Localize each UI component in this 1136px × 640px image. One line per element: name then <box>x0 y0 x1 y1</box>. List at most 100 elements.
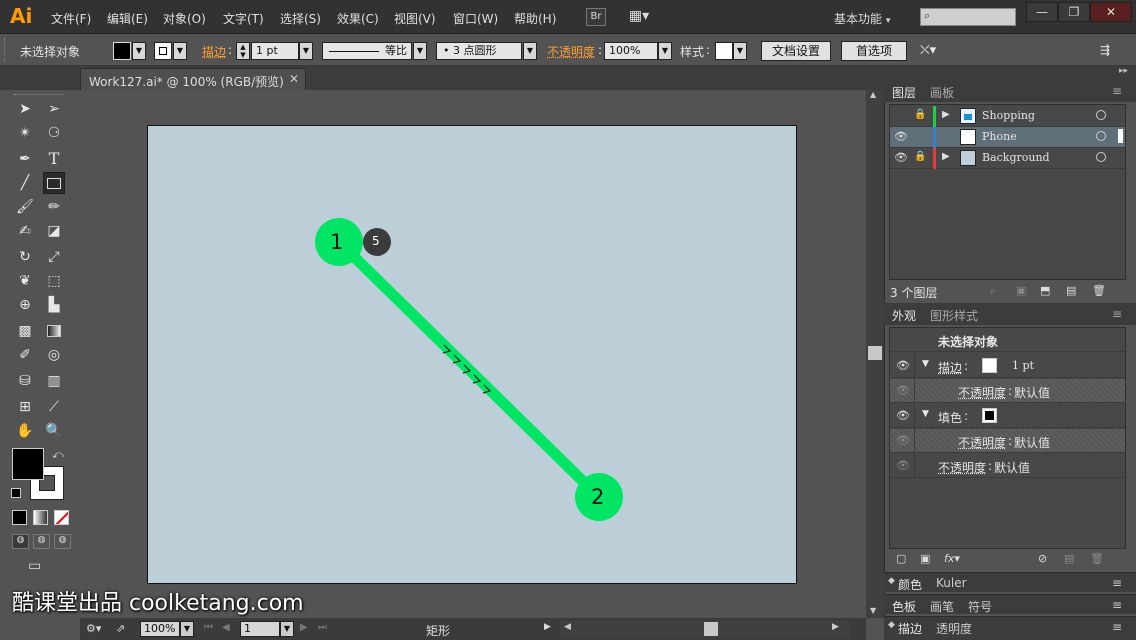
zoom-tool-icon[interactable]: 🔍 <box>43 420 65 442</box>
expand-triangle-icon[interactable]: ▶ <box>942 109 950 120</box>
eye-icon[interactable]: 👁 <box>896 434 910 447</box>
tab-kuler[interactable]: Kuler <box>936 576 967 590</box>
menu-effect[interactable]: 效果(C) <box>337 10 379 27</box>
paintbrush-tool-icon[interactable]: 🖌 <box>14 196 36 218</box>
stroke-label[interactable]: 描边 <box>938 359 962 376</box>
expand-icon[interactable]: ◆ <box>888 620 895 630</box>
horizontal-scrollbar[interactable]: ◀ ▶ <box>560 621 850 637</box>
restore-button[interactable]: ❐ <box>1058 2 1090 22</box>
menu-file[interactable]: 文件(F) <box>51 10 91 27</box>
workspace-switcher[interactable]: 基本功能 ▾ <box>834 10 890 27</box>
appearance-opacity-row[interactable]: 👁 不透明度 : 默认值 <box>890 454 1125 478</box>
tab-appearance[interactable]: 外观 <box>892 307 916 324</box>
minimize-button[interactable]: — <box>1026 2 1058 22</box>
first-artboard-icon[interactable]: ⏮ <box>204 622 213 633</box>
eyedropper-tool-icon[interactable]: ✐ <box>14 344 36 366</box>
column-graph-tool-icon[interactable]: ▥ <box>43 370 65 392</box>
vertical-scroll-thumb[interactable] <box>868 346 882 360</box>
shape-builder-tool-icon[interactable]: ⊕ <box>14 294 36 316</box>
document-tab[interactable]: Work127.ai* @ 100% (RGB/预览) ✕ <box>80 68 306 90</box>
eraser-tool-icon[interactable]: ◪ <box>43 220 65 242</box>
zoom-input[interactable]: 100% <box>140 621 180 637</box>
scroll-right-icon[interactable]: ▶ <box>832 622 839 632</box>
fx-icon[interactable]: fx▾ <box>944 552 960 565</box>
last-artboard-icon[interactable]: ⏭ <box>318 622 327 633</box>
slice-tool-icon[interactable]: ⟋ <box>43 396 65 418</box>
preferences-button[interactable]: 首选项 <box>841 41 907 61</box>
draw-normal-icon[interactable]: ◍ <box>12 534 29 549</box>
blend-tool-icon[interactable]: ◎ <box>43 344 65 366</box>
layer-name[interactable]: Shopping <box>982 109 1035 122</box>
tab-graphic-styles[interactable]: 图形样式 <box>930 307 978 324</box>
pencil-tool-icon[interactable]: ✏ <box>43 196 65 218</box>
magic-wand-tool-icon[interactable]: ✴ <box>14 122 36 144</box>
layer-row-phone[interactable]: 👁 Phone <box>890 127 1125 148</box>
brush-definition[interactable]: • 3 点圆形 <box>436 42 522 60</box>
lasso-tool-icon[interactable]: ⚆ <box>43 122 65 144</box>
gradient-tool-icon[interactable] <box>43 320 65 342</box>
pen-tool-icon[interactable]: ✒ <box>14 148 36 170</box>
menu-help[interactable]: 帮助(H) <box>514 10 556 27</box>
opacity-input[interactable]: 100% <box>604 42 658 60</box>
artboard-tool-icon[interactable]: ⊞ <box>14 396 36 418</box>
new-sublayer-icon[interactable]: ⬒ <box>1040 284 1050 297</box>
tab-layers[interactable]: 图层 <box>892 84 916 101</box>
warp-tool-icon[interactable]: ❦ <box>14 270 36 292</box>
swatches-panel-menu-icon[interactable]: ≡ <box>1112 598 1122 612</box>
locate-object-icon[interactable]: ⌕ <box>990 284 996 298</box>
layer-row-shopping[interactable]: 🔒 ▶ Shopping <box>890 106 1125 127</box>
stroke-swatch[interactable] <box>154 42 172 60</box>
appearance-panel-menu-icon[interactable]: ≡ <box>1112 307 1122 321</box>
profile-dropdown[interactable]: ▼ <box>413 42 427 60</box>
status-menu-arrow[interactable]: ▶ <box>544 622 551 632</box>
selection-tool-icon[interactable]: ➤ <box>14 98 36 120</box>
perspective-grid-tool-icon[interactable]: ▙ <box>43 294 65 316</box>
eye-icon[interactable]: 👁 <box>893 130 909 144</box>
swap-colors-icon[interactable]: ⤺ <box>52 448 64 462</box>
grip-handle[interactable] <box>4 38 8 62</box>
fill-swatch[interactable] <box>113 42 131 60</box>
tab-artboards[interactable]: 画板 <box>930 84 954 101</box>
layers-panel-menu-icon[interactable]: ≡ <box>1112 84 1122 98</box>
collapse-triangle-icon[interactable]: ▼ <box>922 409 929 419</box>
opacity-dropdown[interactable]: ▼ <box>658 42 672 60</box>
stroke-weight-dropdown[interactable]: ▼ <box>299 42 313 60</box>
control-menu-icon[interactable]: ⇶ <box>1100 43 1110 57</box>
fill-dropdown-arrow[interactable]: ▼ <box>132 42 146 60</box>
document-setup-button[interactable]: 文档设置 <box>761 41 831 61</box>
eye-icon[interactable]: 👁 <box>896 409 910 422</box>
add-fill-icon[interactable]: ▣ <box>920 552 930 565</box>
menu-edit[interactable]: 编辑(E) <box>107 10 148 27</box>
scroll-left-icon[interactable]: ◀ <box>564 622 571 632</box>
vertical-scrollbar[interactable]: ▲ ▼ <box>866 90 884 618</box>
eye-icon[interactable]: 👁 <box>896 359 910 372</box>
type-tool-icon[interactable]: T <box>43 148 65 170</box>
blob-brush-tool-icon[interactable]: ✍ <box>14 220 36 242</box>
eye-icon[interactable]: 👁 <box>896 384 910 397</box>
new-layer-icon[interactable]: ▤ <box>1066 284 1076 297</box>
scale-tool-icon[interactable]: ⤢ <box>43 246 65 268</box>
menu-type[interactable]: 文字(T) <box>223 10 264 27</box>
free-transform-tool-icon[interactable]: ⬚ <box>43 270 65 292</box>
isolate-icon[interactable]: ⛌▾ <box>920 43 936 58</box>
status-icons[interactable]: ⚙▾ <box>86 622 101 635</box>
stroke-stepper[interactable]: ▲ ▼ <box>236 42 250 60</box>
hand-tool-icon[interactable]: ✋ <box>14 420 36 442</box>
selection-indicator[interactable] <box>1118 129 1123 143</box>
default-colors-icon[interactable] <box>11 488 21 498</box>
opacity-label[interactable]: 不透明度 <box>938 459 986 476</box>
dock-collapse-icon[interactable]: ▸▸ <box>1119 66 1128 76</box>
scroll-up-icon[interactable]: ▲ <box>870 90 876 99</box>
menu-window[interactable]: 窗口(W) <box>453 10 498 27</box>
next-artboard-icon[interactable]: ▶ <box>300 622 308 633</box>
add-stroke-icon[interactable]: ▢ <box>896 552 906 565</box>
direct-selection-tool-icon[interactable]: ➢ <box>43 98 65 120</box>
style-swatch[interactable] <box>715 42 733 60</box>
stroke-panel-menu-icon[interactable]: ≡ <box>1112 620 1122 634</box>
artboard-number-input[interactable]: 1 <box>240 621 280 637</box>
share-icon[interactable]: ⇗ <box>116 622 125 635</box>
delete-layer-icon[interactable]: 🗑 <box>1092 284 1106 297</box>
symbol-sprayer-tool-icon[interactable]: ⛁ <box>14 370 36 392</box>
menu-select[interactable]: 选择(S) <box>280 10 321 27</box>
menu-view[interactable]: 视图(V) <box>394 10 436 27</box>
